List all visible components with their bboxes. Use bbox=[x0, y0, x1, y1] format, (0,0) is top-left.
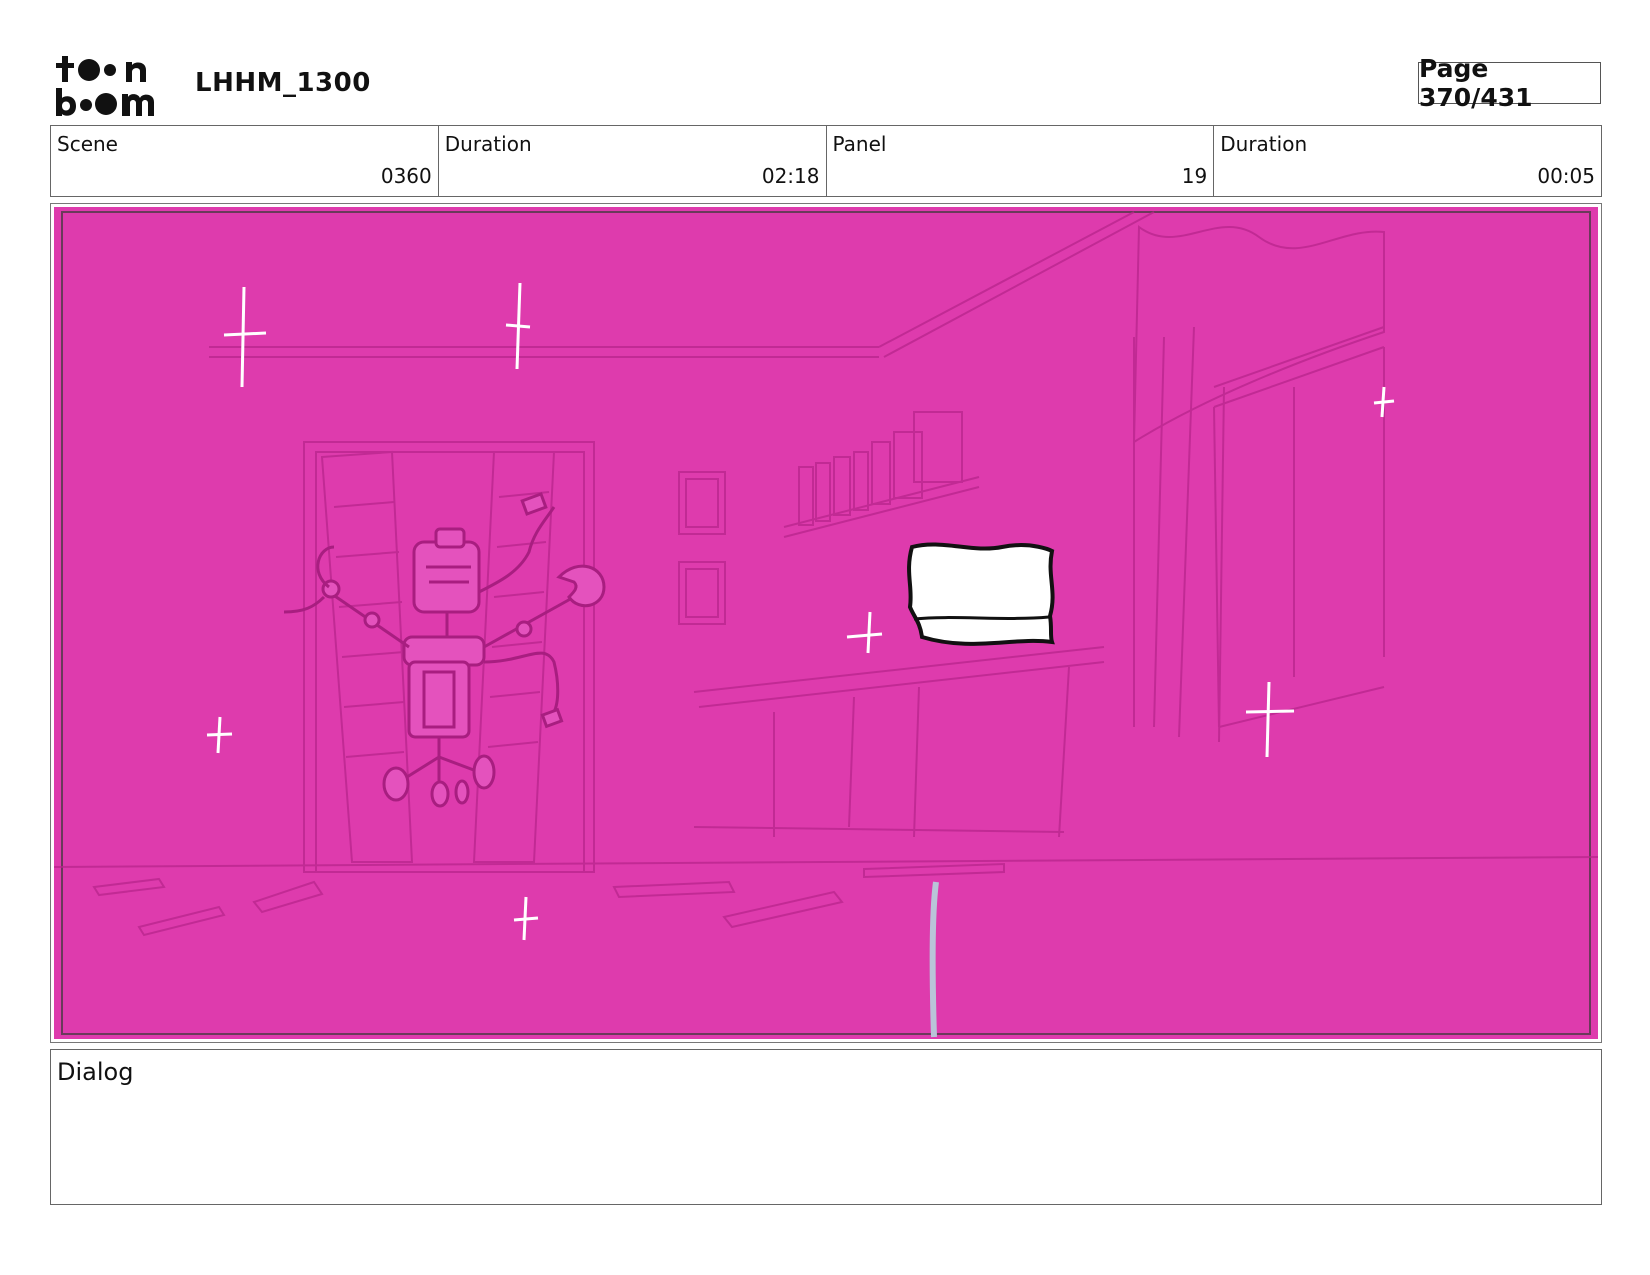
page-number: Page 370/431 bbox=[1418, 54, 1601, 112]
panel-duration-cell: Duration 00:05 bbox=[1214, 126, 1601, 196]
scene-duration-cell: Duration 02:18 bbox=[439, 126, 827, 196]
project-title: LHHM_1300 bbox=[195, 68, 371, 98]
panel-background bbox=[54, 207, 1598, 1039]
scene-duration-label: Duration bbox=[444, 132, 532, 156]
panel-duration-value: 00:05 bbox=[1537, 164, 1595, 188]
storyboard-panel bbox=[50, 203, 1602, 1043]
panel-cell: Panel 19 bbox=[827, 126, 1215, 196]
scene-label: Scene bbox=[57, 132, 118, 156]
scene-value: 0360 bbox=[380, 164, 432, 188]
panel-label: Panel bbox=[832, 132, 887, 156]
dialog-box: Dialog bbox=[50, 1049, 1602, 1205]
info-row: Scene 0360 Duration 02:18 Panel 19 Durat… bbox=[50, 125, 1602, 197]
light-streak bbox=[929, 881, 939, 1038]
panel-duration-label: Duration bbox=[1220, 132, 1308, 156]
dialog-label: Dialog bbox=[57, 1058, 134, 1086]
scene-cell: Scene 0360 bbox=[51, 126, 439, 196]
toon-boom-logo bbox=[54, 54, 170, 116]
panel-value: 19 bbox=[1181, 164, 1208, 188]
scene-duration-value: 02:18 bbox=[761, 164, 820, 188]
panel-drawing bbox=[54, 207, 1598, 1039]
white-prop-card bbox=[907, 542, 1055, 646]
